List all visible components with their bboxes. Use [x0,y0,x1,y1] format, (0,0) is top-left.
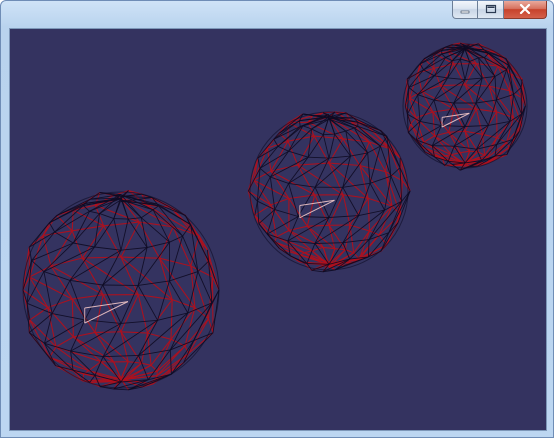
app-window [0,0,554,438]
sphere-small [402,42,528,171]
maximize-button[interactable] [478,1,504,19]
maximize-icon [485,1,497,19]
sphere-large [22,189,220,391]
close-button[interactable] [504,1,547,19]
wireframe-scene [10,29,546,430]
close-icon [519,1,531,19]
sphere-medium [247,111,411,273]
minimize-icon [460,1,470,19]
minimize-button[interactable] [452,1,478,19]
render-viewport[interactable] [9,28,547,431]
caption-buttons [452,1,547,20]
title-bar[interactable] [1,1,553,27]
